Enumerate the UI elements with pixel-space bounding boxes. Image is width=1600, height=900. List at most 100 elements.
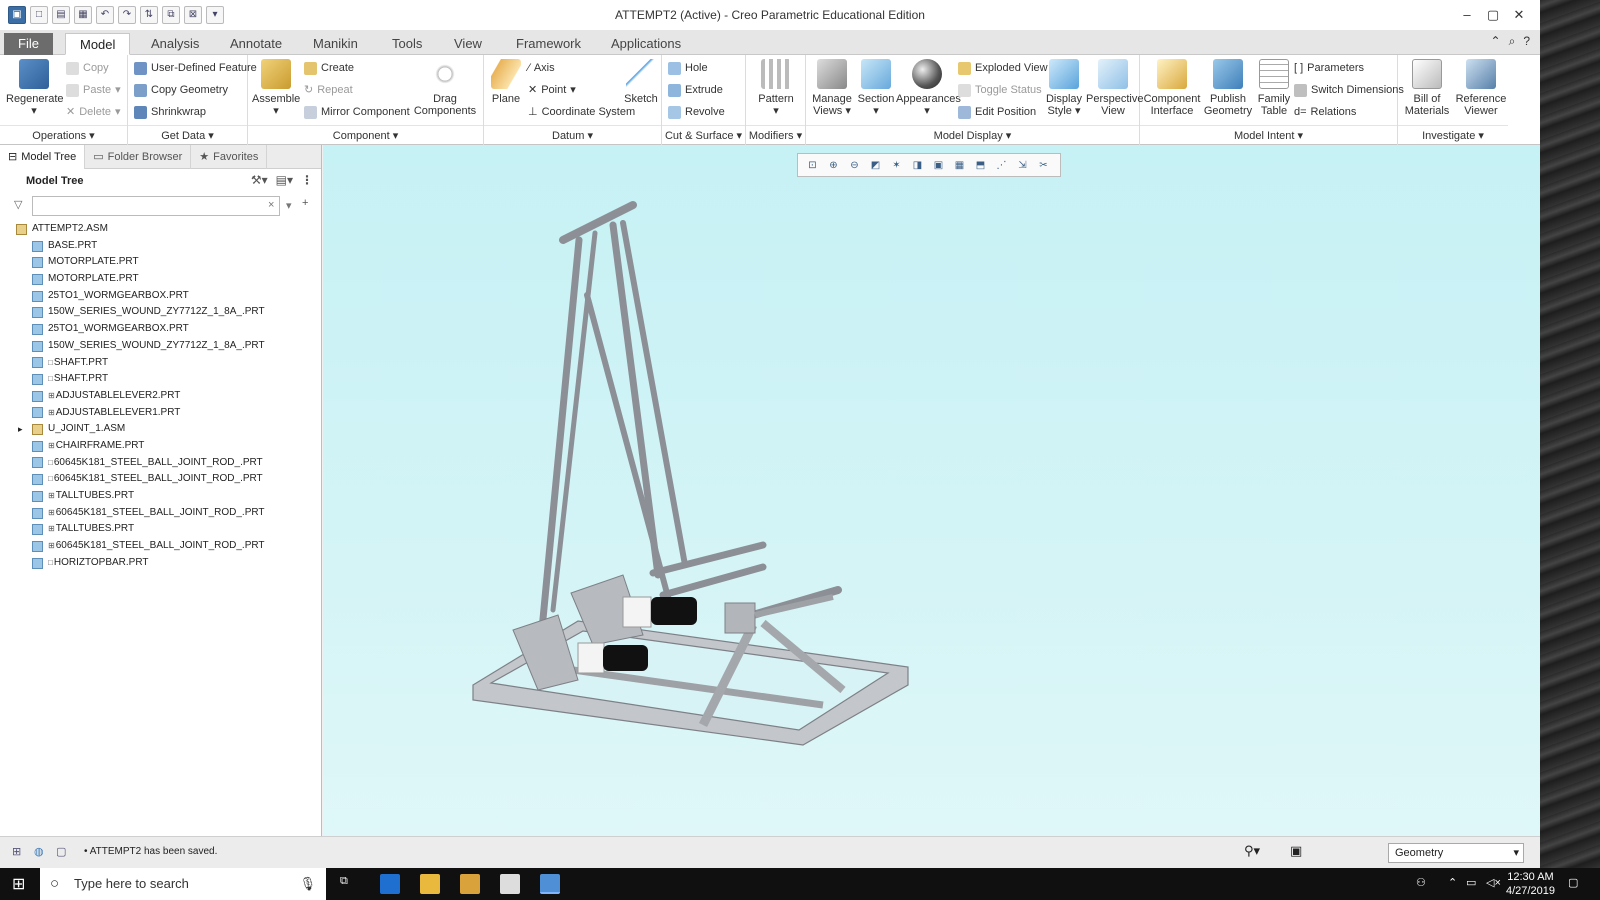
hole-button[interactable]: Hole	[668, 58, 708, 78]
chair-frame-back[interactable]	[659, 563, 767, 599]
clock[interactable]: 12:30 AM 4/27/2019	[1506, 870, 1555, 898]
tree-row[interactable]: □ HORIZTOPBAR.PRT	[0, 555, 321, 572]
tab-applications[interactable]: Applications	[597, 33, 695, 55]
tree-row[interactable]: 150W_SERIES_WOUND_ZY7712Z_1_8A_.PRT	[0, 304, 321, 321]
switch-dimensions-button[interactable]: Switch Dimensions	[1294, 80, 1404, 100]
graphics-window[interactable]: ⊡ ⊕ ⊖ ◩ ✶ ◨ ▣ ▦ ⬒ ⋰ ⇲ ✂	[323, 145, 1540, 836]
assemble-button[interactable]: Assemble ▾	[252, 59, 300, 117]
close-button[interactable]: ✕	[1506, 4, 1532, 26]
drag-components-button[interactable]: Drag Components	[412, 59, 478, 117]
task-view-icon[interactable]: ⧉	[340, 875, 348, 888]
group-label-operations[interactable]: Operations ▾	[0, 125, 127, 143]
tree-row[interactable]: □ SHAFT.PRT	[0, 355, 321, 372]
tree-settings-icon[interactable]: ⚒▾	[251, 173, 268, 187]
tab-file[interactable]: File	[4, 33, 53, 55]
add-icon[interactable]: +	[302, 197, 308, 209]
clear-filter-icon[interactable]: ×	[268, 199, 274, 211]
file-explorer-icon[interactable]	[420, 874, 440, 894]
tree-row[interactable]: □ 60645K181_STEEL_BALL_JOINT_ROD_.PRT	[0, 471, 321, 488]
tree-row[interactable]: ⊞ CHAIRFRAME.PRT	[0, 438, 321, 455]
group-label-investigate[interactable]: Investigate ▾	[1398, 125, 1508, 143]
minimize-button[interactable]: –	[1454, 4, 1480, 26]
tree-row[interactable]: ATTEMPT2.ASM	[0, 221, 321, 238]
volume-icon[interactable]: ◁×	[1486, 876, 1501, 889]
group-label-component[interactable]: Component ▾	[248, 125, 483, 143]
tree-row[interactable]: ⊞ ADJUSTABLELEVER2.PRT	[0, 388, 321, 405]
repeat-button[interactable]: ↻ Repeat	[304, 80, 353, 100]
component-interface-button[interactable]: Component Interface	[1142, 59, 1202, 117]
pattern-button[interactable]: Pattern ▾	[752, 59, 800, 117]
tree-row[interactable]: □ 60645K181_STEEL_BALL_JOINT_ROD_.PRT	[0, 455, 321, 472]
tray-up-icon[interactable]: ⌃	[1448, 876, 1457, 889]
tree-row[interactable]: ⊞ 60645K181_STEEL_BALL_JOINT_ROD_.PRT	[0, 505, 321, 522]
group-label-model-display[interactable]: Model Display ▾	[806, 125, 1139, 143]
regenerate-icon[interactable]: ⇅	[140, 6, 158, 24]
tab-annotate[interactable]: Annotate	[216, 33, 296, 55]
publish-geometry-button[interactable]: Publish Geometry	[1202, 59, 1254, 117]
group-label-datum[interactable]: Datum ▾	[484, 125, 661, 143]
group-label-modifiers[interactable]: Modifiers ▾	[746, 125, 805, 143]
app-icon[interactable]: ▣	[8, 6, 26, 24]
assembly-model[interactable]	[323, 145, 1540, 836]
plane-button[interactable]: Plane	[488, 59, 524, 105]
tree-row[interactable]: ⊞ ADJUSTABLELEVER1.PRT	[0, 405, 321, 422]
display-style-button[interactable]: Display Style ▾	[1042, 59, 1086, 117]
axis-button[interactable]: ∕ Axis	[528, 58, 555, 78]
tree-search-input[interactable]	[32, 196, 280, 216]
more-icon[interactable]: ▾	[206, 6, 224, 24]
windows-start-icon[interactable]: ⊞	[12, 874, 25, 894]
tree-row[interactable]: MOTORPLATE.PRT	[0, 254, 321, 271]
shrinkwrap-button[interactable]: Shrinkwrap	[134, 102, 206, 122]
section-button[interactable]: Section ▾	[856, 59, 896, 117]
tree-row[interactable]: □ SHAFT.PRT	[0, 371, 321, 388]
sketch-button[interactable]: Sketch	[622, 59, 660, 105]
appearances-button[interactable]: Appearances ▾	[896, 59, 961, 117]
tree-row[interactable]: ⊞ TALLTUBES.PRT	[0, 488, 321, 505]
udf-button[interactable]: User-Defined Feature	[134, 58, 257, 78]
tab-tools[interactable]: Tools	[378, 33, 436, 55]
microphone-icon[interactable]: 🎙	[299, 868, 316, 900]
group-label-model-intent[interactable]: Model Intent ▾	[1140, 125, 1397, 143]
mirror-component-button[interactable]: Mirror Component	[304, 102, 410, 122]
toggle-status-button[interactable]: Toggle Status	[958, 80, 1042, 100]
tree-row[interactable]: ⊞ 60645K181_STEEL_BALL_JOINT_ROD_.PRT	[0, 538, 321, 555]
tab-manikin[interactable]: Manikin	[299, 33, 372, 55]
tree-row[interactable]: 25TO1_WORMGEARBOX.PRT	[0, 321, 321, 338]
point-button[interactable]: ✕ Point ▾	[528, 80, 576, 100]
delete-button[interactable]: ✕ Delete ▾	[66, 102, 121, 122]
tree-row[interactable]: ⊞ TALLTUBES.PRT	[0, 521, 321, 538]
maximize-button[interactable]: ▢	[1480, 4, 1506, 26]
taskbar-search-box[interactable]: ○ Type here to search 🎙	[40, 868, 326, 900]
tab-favorites[interactable]: ★ Favorites	[191, 145, 268, 169]
tree-row[interactable]: 150W_SERIES_WOUND_ZY7712Z_1_8A_.PRT	[0, 338, 321, 355]
tab-model-tree[interactable]: ⊟ Model Tree	[0, 145, 86, 169]
extrude-button[interactable]: Extrude	[668, 80, 723, 100]
coordinate-system-button[interactable]: ⊥ Coordinate System	[528, 102, 635, 122]
store-icon[interactable]	[460, 874, 480, 894]
group-label-get-data[interactable]: Get Data ▾	[128, 125, 247, 143]
reference-viewer-button[interactable]: Reference Viewer	[1454, 59, 1508, 117]
find-icon[interactable]: ⚲▾	[1244, 843, 1260, 859]
exploded-view-button[interactable]: Exploded View	[958, 58, 1048, 78]
mail-icon[interactable]	[500, 874, 520, 894]
full-screen-icon[interactable]: ▢	[56, 845, 66, 858]
create-button[interactable]: Create	[304, 58, 354, 78]
parameters-button[interactable]: [ ] Parameters	[1294, 58, 1364, 78]
wormgearbox-2[interactable]	[622, 596, 652, 628]
tab-view[interactable]: View	[440, 33, 496, 55]
tree-filters-icon[interactable]: ⋮	[301, 173, 313, 187]
expand-arrow-icon[interactable]: ▸	[18, 421, 23, 438]
collapse-ribbon-icon[interactable]: ⌃	[1491, 34, 1501, 49]
bill-of-materials-button[interactable]: Bill of Materials	[1400, 59, 1454, 117]
revolve-button[interactable]: Revolve	[668, 102, 725, 122]
tree-row[interactable]: BASE.PRT	[0, 238, 321, 255]
save-icon[interactable]: ▦	[74, 6, 92, 24]
network-icon[interactable]: ▭	[1466, 876, 1476, 889]
help-icon[interactable]: ?	[1523, 34, 1530, 49]
perspective-view-button[interactable]: Perspective View	[1086, 59, 1143, 117]
notifications-icon[interactable]: ▢	[1568, 876, 1578, 889]
copy-geometry-button[interactable]: Copy Geometry	[134, 80, 228, 100]
windows-icon[interactable]: ⧉	[162, 6, 180, 24]
tab-folder-browser[interactable]: ▭ Folder Browser	[85, 145, 192, 169]
tree-row[interactable]: 25TO1_WORMGEARBOX.PRT	[0, 288, 321, 305]
